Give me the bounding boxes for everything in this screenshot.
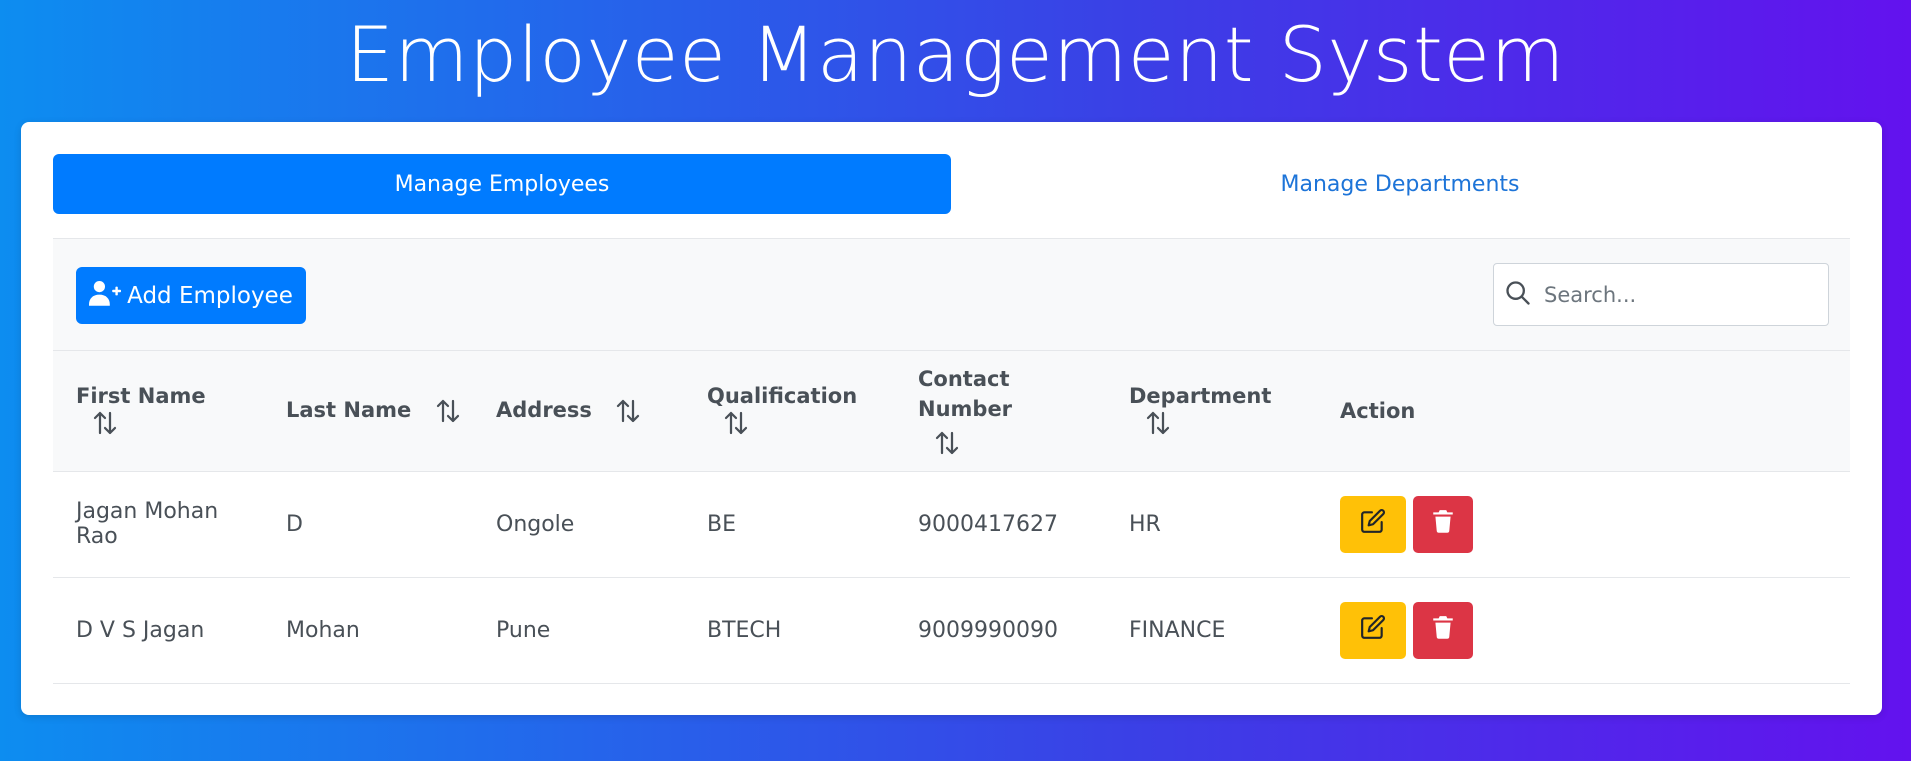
sort-icon[interactable] (433, 396, 463, 426)
sort-icon[interactable] (90, 408, 120, 438)
employees-panel: Add Employee Search... First Name Last N… (53, 238, 1850, 684)
cell-department: FINANCE (1129, 617, 1226, 643)
cell-contact-number: 9000417627 (918, 511, 1058, 537)
column-header-first-name[interactable]: First Name (53, 351, 263, 471)
cell-address: Ongole (496, 511, 575, 537)
column-header-label: Action (1340, 398, 1416, 423)
tab-manage-employees[interactable]: Manage Employees (53, 154, 951, 214)
cell-department: HR (1129, 511, 1161, 537)
search-icon (1494, 279, 1532, 311)
column-header-label: First Name (76, 383, 206, 408)
column-header-label: Address (496, 397, 592, 422)
table-row: Jagan Mohan Rao D Ongole BE 9000417627 H… (53, 471, 1850, 577)
search-input[interactable] (1544, 282, 1814, 307)
column-header-last-name[interactable]: Last Name (263, 351, 473, 471)
edit-icon (1360, 614, 1386, 646)
edit-button[interactable] (1340, 601, 1406, 659)
column-header-contact-number[interactable]: Contact Number (895, 351, 1106, 471)
table-header-row: First Name Last Name Address Qualificati… (53, 351, 1850, 471)
main-card: Manage Employees Manage Departments Add … (21, 122, 1882, 715)
cell-address: Pune (496, 617, 551, 643)
trash-icon (1430, 614, 1456, 646)
edit-icon (1360, 508, 1386, 540)
tab-manage-departments[interactable]: Manage Departments (951, 154, 1849, 214)
trash-icon (1430, 508, 1456, 540)
employees-table: First Name Last Name Address Qualificati… (53, 351, 1850, 684)
cell-qualification: BE (707, 511, 736, 537)
column-header-label: Department (1129, 383, 1272, 408)
column-header-address[interactable]: Address (473, 351, 684, 471)
cell-last-name: D (286, 511, 303, 537)
cell-actions (1317, 471, 1850, 577)
column-header-label: Last Name (286, 397, 412, 422)
sort-icon[interactable] (721, 408, 751, 438)
cell-last-name: Mohan (286, 617, 360, 643)
cell-qualification: BTECH (707, 617, 782, 643)
user-plus-icon (89, 280, 122, 312)
sort-icon[interactable] (1143, 408, 1173, 438)
column-header-action: Action (1317, 351, 1850, 471)
column-header-department[interactable]: Department (1106, 351, 1317, 471)
delete-button[interactable] (1413, 495, 1473, 553)
toolbar: Add Employee (53, 238, 1850, 351)
add-employee-label: Add Employee (127, 282, 293, 309)
search-box[interactable] (1493, 263, 1829, 326)
column-header-label: Qualification (707, 383, 858, 408)
sort-icon[interactable] (932, 428, 962, 458)
sort-icon[interactable] (613, 396, 643, 426)
cell-first-name: Jagan Mohan Rao (76, 499, 219, 549)
delete-button[interactable] (1413, 601, 1473, 659)
column-header-label: Contact Number (918, 366, 1013, 421)
tab-bar: Manage Employees Manage Departments (53, 154, 1850, 214)
column-header-qualification[interactable]: Qualification (684, 351, 895, 471)
page-title: Employee Management System (345, 10, 1566, 99)
add-employee-button[interactable]: Add Employee (76, 267, 306, 324)
cell-actions (1317, 577, 1850, 683)
cell-contact-number: 9009990090 (918, 617, 1058, 643)
edit-button[interactable] (1340, 495, 1406, 553)
table-row: D V S Jagan Mohan Pune BTECH 9009990090 … (53, 577, 1850, 683)
cell-first-name: D V S Jagan (76, 617, 205, 643)
